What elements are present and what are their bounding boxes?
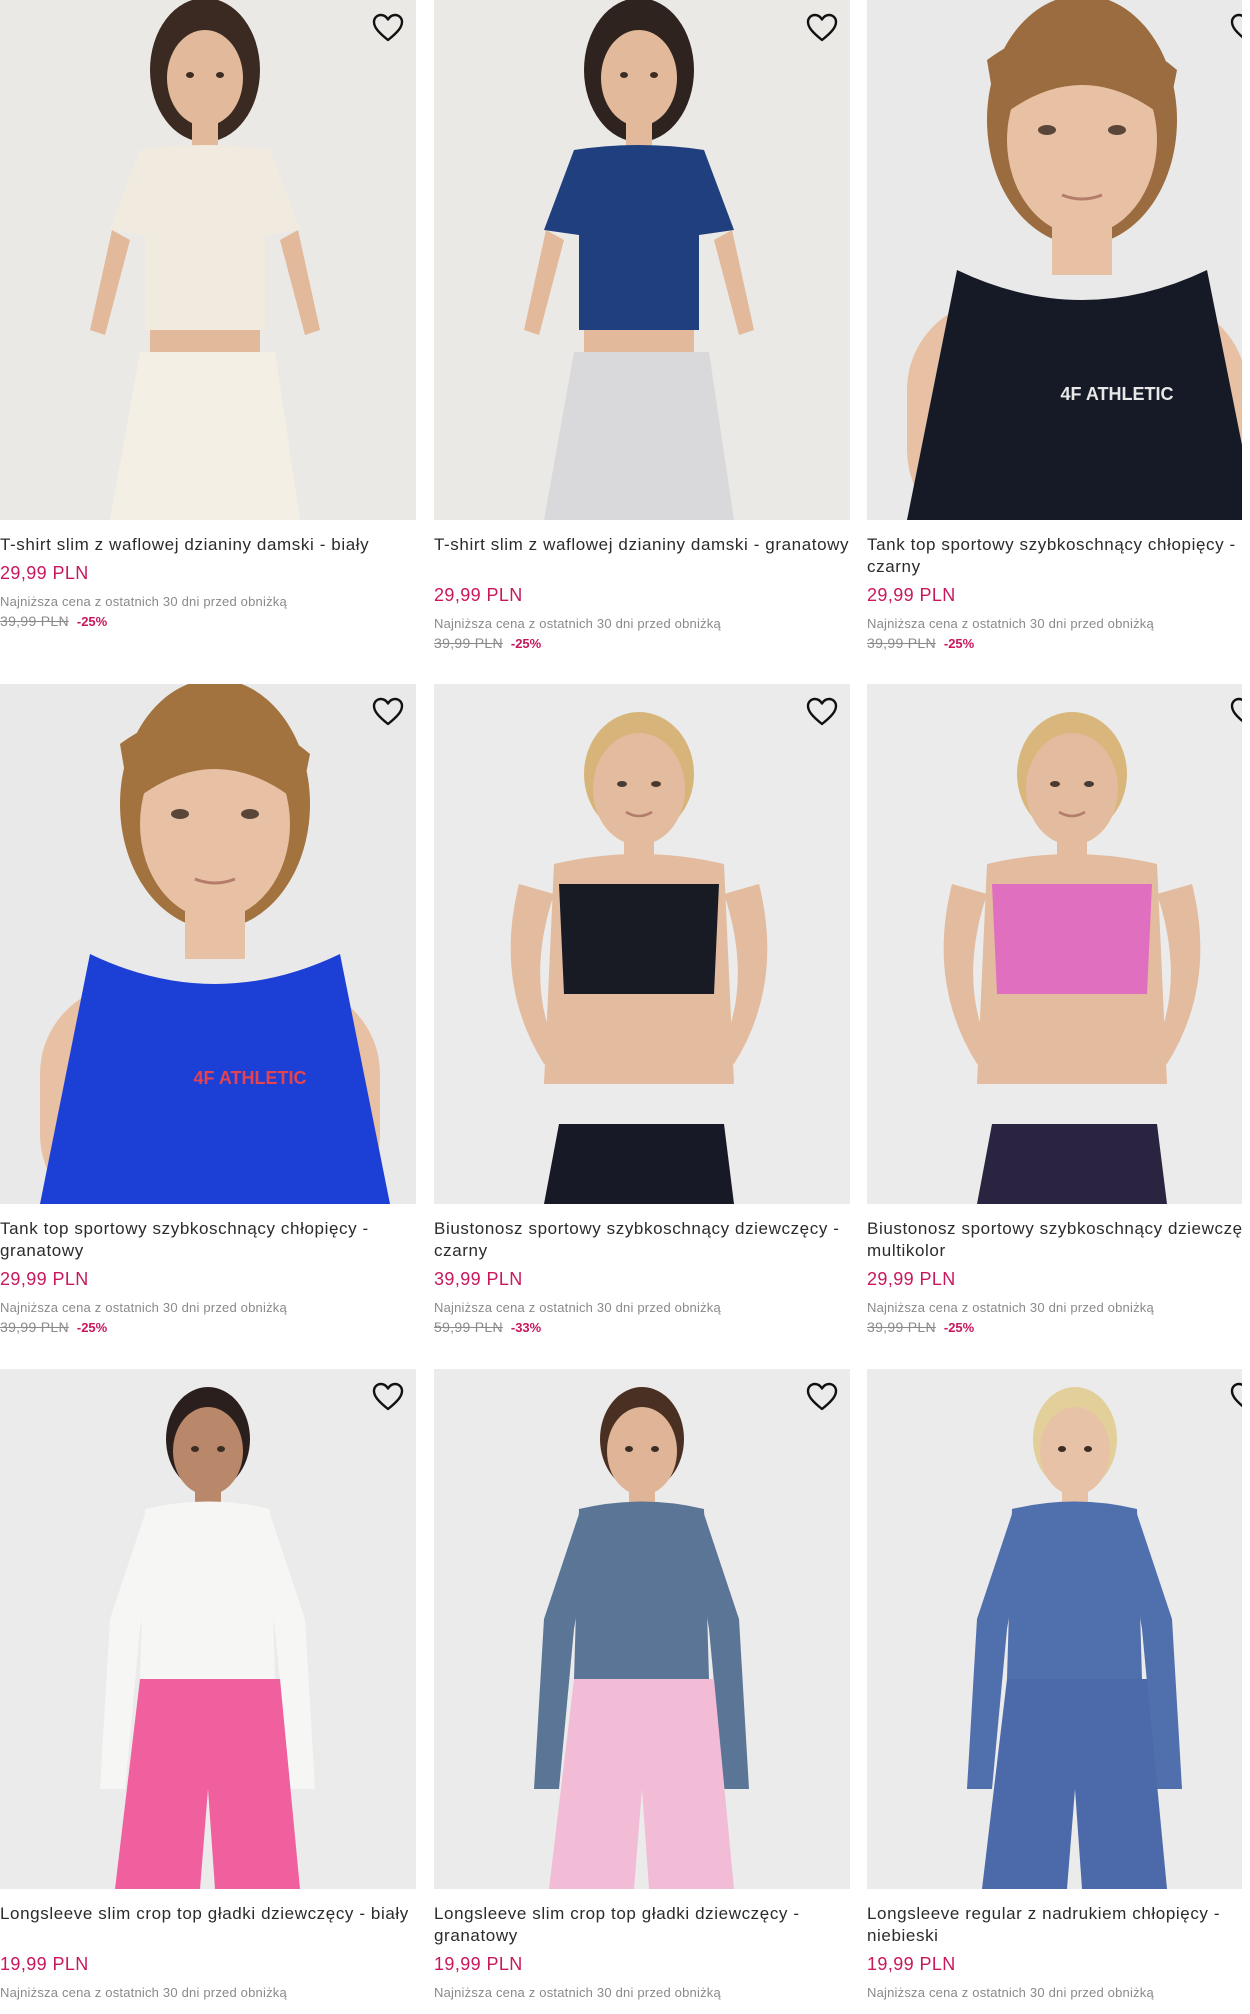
lowest-price-label: Najniższa cena z ostatnich 30 dni przed … — [434, 1985, 721, 2000]
product-title[interactable]: Tank top sportowy szybkoschnący chłopięc… — [0, 1218, 416, 1262]
old-price: 39,99 PLN — [0, 1319, 69, 1335]
product-card[interactable]: 4F ATHLETIC Tank top sportowy szybkoschną… — [0, 684, 416, 1335]
wishlist-heart-icon[interactable] — [370, 10, 406, 46]
old-price: 39,99 PLN — [0, 613, 69, 629]
product-image[interactable] — [434, 1369, 850, 1889]
old-price-row: 39,99 PLN -25% — [867, 635, 1242, 651]
product-price: 29,99 PLN — [434, 585, 523, 605]
product-card[interactable]: Longsleeve slim crop top gładki dziewczę… — [434, 1369, 850, 2000]
product-title[interactable]: T-shirt slim z waflowej dzianiny damski … — [0, 534, 416, 556]
lowest-price-label: Najniższa cena z ostatnich 30 dni przed … — [434, 1300, 721, 1315]
wishlist-heart-icon[interactable] — [1228, 10, 1242, 46]
product-price: 29,99 PLN — [0, 563, 89, 583]
discount-badge: -25% — [76, 614, 108, 629]
product-card[interactable]: Biustonosz sportowy szybkoschnący dziewc… — [434, 684, 850, 1335]
wishlist-heart-icon[interactable] — [804, 694, 840, 730]
discount-badge: -33% — [510, 1320, 542, 1335]
old-price: 39,99 PLN — [434, 635, 503, 651]
svg-text:4F ATHLETIC: 4F ATHLETIC — [1061, 384, 1174, 404]
product-card[interactable]: Biustonosz sportowy szybkoschnący dziewc… — [867, 684, 1242, 1335]
old-price: 39,99 PLN — [867, 635, 936, 651]
product-card[interactable]: T-shirt slim z waflowej dzianiny damski … — [0, 0, 416, 629]
old-price-row: 39,99 PLN -25% — [0, 1319, 416, 1335]
product-card[interactable]: Longsleeve regular z nadrukiem chłopięcy… — [867, 1369, 1242, 2000]
product-title[interactable]: Longsleeve regular z nadrukiem chłopięcy… — [867, 1903, 1242, 1947]
lowest-price-label: Najniższa cena z ostatnich 30 dni przed … — [867, 616, 1154, 631]
product-card[interactable]: 4F ATHLETIC Tank top sportowy szybkoschną… — [867, 0, 1242, 651]
product-title[interactable]: T-shirt slim z waflowej dzianiny damski … — [434, 534, 850, 578]
product-price: 19,99 PLN — [0, 1954, 89, 1974]
product-image[interactable] — [434, 684, 850, 1204]
product-price: 19,99 PLN — [867, 1954, 956, 1974]
lowest-price-label: Najniższa cena z ostatnich 30 dni przed … — [867, 1985, 1154, 2000]
product-title[interactable]: Longsleeve slim crop top gładki dziewczę… — [0, 1903, 416, 1947]
discount-badge: -25% — [510, 636, 542, 651]
lowest-price-label: Najniższa cena z ostatnich 30 dni przed … — [0, 1985, 287, 2000]
old-price-row: 39,99 PLN -25% — [434, 635, 850, 651]
wishlist-heart-icon[interactable] — [804, 10, 840, 46]
product-title[interactable]: Longsleeve slim crop top gładki dziewczę… — [434, 1903, 850, 1947]
product-image[interactable] — [867, 684, 1242, 1204]
product-image[interactable]: 4F ATHLETIC — [0, 684, 416, 1204]
product-title[interactable]: Tank top sportowy szybkoschnący chłopięc… — [867, 534, 1242, 578]
discount-badge: -25% — [943, 636, 975, 651]
product-grid: T-shirt slim z waflowej dzianiny damski … — [0, 0, 1250, 2014]
lowest-price-label: Najniższa cena z ostatnich 30 dni przed … — [0, 594, 287, 609]
product-image[interactable]: 4F ATHLETIC — [867, 0, 1242, 520]
lowest-price-label: Najniższa cena z ostatnich 30 dni przed … — [434, 616, 721, 631]
product-price: 29,99 PLN — [867, 1269, 956, 1289]
old-price-row: 39,99 PLN -25% — [0, 613, 416, 629]
product-card[interactable]: T-shirt slim z waflowej dzianiny damski … — [434, 0, 850, 651]
product-price: 39,99 PLN — [434, 1269, 523, 1289]
old-price: 39,99 PLN — [867, 1319, 936, 1335]
discount-badge: -25% — [76, 1320, 108, 1335]
wishlist-heart-icon[interactable] — [1228, 694, 1242, 730]
product-image[interactable] — [0, 1369, 416, 1889]
product-image[interactable] — [434, 0, 850, 520]
old-price-row: 59,99 PLN -33% — [434, 1319, 850, 1335]
old-price-row: 39,99 PLN -25% — [867, 1319, 1242, 1335]
wishlist-heart-icon[interactable] — [804, 1379, 840, 1415]
svg-text:4F ATHLETIC: 4F ATHLETIC — [194, 1068, 307, 1088]
product-price: 29,99 PLN — [0, 1269, 89, 1289]
product-price: 29,99 PLN — [867, 585, 956, 605]
product-card[interactable]: Longsleeve slim crop top gładki dziewczę… — [0, 1369, 416, 2000]
lowest-price-label: Najniższa cena z ostatnich 30 dni przed … — [0, 1300, 287, 1315]
lowest-price-label: Najniższa cena z ostatnich 30 dni przed … — [867, 1300, 1154, 1315]
product-price: 19,99 PLN — [434, 1954, 523, 1974]
product-title[interactable]: Biustonosz sportowy szybkoschnący dziewc… — [867, 1218, 1242, 1262]
wishlist-heart-icon[interactable] — [370, 1379, 406, 1415]
old-price: 59,99 PLN — [434, 1319, 503, 1335]
wishlist-heart-icon[interactable] — [370, 694, 406, 730]
product-title[interactable]: Biustonosz sportowy szybkoschnący dziewc… — [434, 1218, 850, 1262]
wishlist-heart-icon[interactable] — [1228, 1379, 1242, 1415]
product-image[interactable] — [0, 0, 416, 520]
product-image[interactable] — [867, 1369, 1242, 1889]
discount-badge: -25% — [943, 1320, 975, 1335]
